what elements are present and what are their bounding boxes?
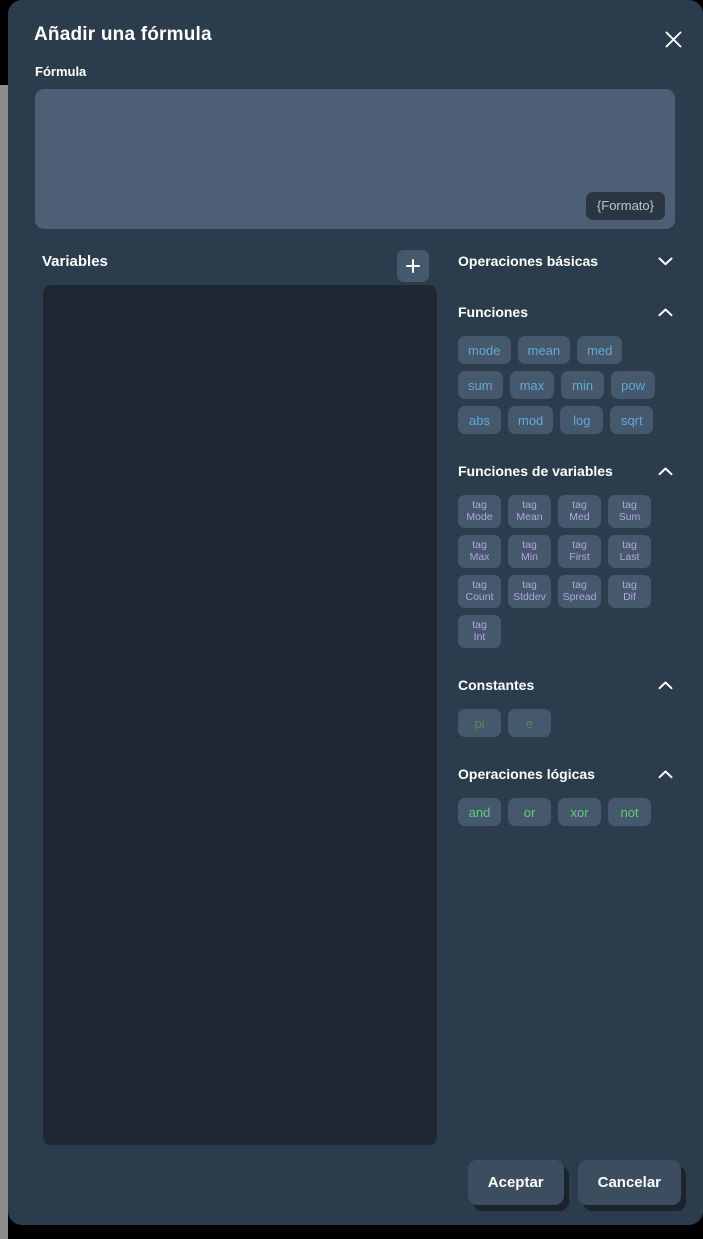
formula-tools-panel: Operaciones básicas Funciones mode mean … <box>449 246 681 826</box>
format-chip[interactable]: {Formato} <box>585 192 665 220</box>
variables-list[interactable] <box>43 285 437 1145</box>
tag-function-button-min[interactable]: tag Min <box>508 535 551 568</box>
chevron-up-icon <box>658 467 673 476</box>
section-title: Funciones de variables <box>458 463 613 479</box>
section-header-operaciones-basicas[interactable]: Operaciones básicas <box>449 246 681 276</box>
section-funciones-de-variables: Funciones de variables tag Mode tag Mean <box>449 456 681 648</box>
tag-name: Max <box>469 550 490 563</box>
dialog-title: Añadir una fórmula <box>34 24 212 45</box>
function-button-sqrt[interactable]: sqrt <box>610 406 654 434</box>
tag-prefix: tag <box>472 618 487 631</box>
dialog-header: Añadir una fórmula <box>8 0 703 62</box>
section-constantes: Constantes pi e <box>449 670 681 737</box>
tag-name: Count <box>465 590 494 603</box>
tag-prefix: tag <box>572 538 587 551</box>
tag-function-button-stddev[interactable]: tag Stddev <box>508 575 551 608</box>
tag-function-button-mode[interactable]: tag Mode <box>458 495 501 528</box>
formula-input[interactable]: {Formato} <box>35 89 675 229</box>
logic-button-not[interactable]: not <box>608 798 651 826</box>
tag-function-button-med[interactable]: tag Med <box>558 495 601 528</box>
section-title: Operaciones básicas <box>458 253 599 269</box>
tag-function-button-mean[interactable]: tag Mean <box>508 495 551 528</box>
tag-function-button-max[interactable]: tag Max <box>458 535 501 568</box>
tag-name: Mean <box>516 510 543 523</box>
tag-name: Stddev <box>513 590 546 603</box>
tag-function-button-sum[interactable]: tag Sum <box>608 495 651 528</box>
section-header-constantes[interactable]: Constantes <box>449 670 681 700</box>
function-button-min[interactable]: min <box>561 371 605 399</box>
page-background-top <box>0 0 8 85</box>
section-title: Constantes <box>458 677 535 693</box>
tag-name: Int <box>473 630 486 643</box>
tag-name: Med <box>569 510 590 523</box>
chevron-up-icon <box>658 308 673 317</box>
section-funciones: Funciones mode mean med sum max min pow … <box>449 297 681 434</box>
tag-name: Dif <box>623 590 636 603</box>
close-icon[interactable] <box>658 24 688 54</box>
tag-prefix: tag <box>572 498 587 511</box>
tag-function-button-last[interactable]: tag Last <box>608 535 651 568</box>
constant-button-e[interactable]: e <box>508 709 551 737</box>
section-operaciones-logicas: Operaciones lógicas and or xor not <box>449 759 681 826</box>
function-button-mod[interactable]: mod <box>508 406 554 434</box>
tag-name: Min <box>521 550 538 563</box>
tag-name: Spread <box>562 590 597 603</box>
tag-prefix: tag <box>472 498 487 511</box>
tag-name: Mode <box>466 510 493 523</box>
add-formula-dialog: Añadir una fórmula Fórmula {Formato} Var… <box>8 0 703 1225</box>
tag-prefix: tag <box>522 578 537 591</box>
tag-prefix: tag <box>572 578 587 591</box>
accept-button[interactable]: Aceptar <box>467 1160 564 1205</box>
section-operaciones-basicas: Operaciones básicas <box>449 246 681 276</box>
page-background-strip <box>0 85 8 1239</box>
logic-button-or[interactable]: or <box>508 798 551 826</box>
tag-function-button-first[interactable]: tag First <box>558 535 601 568</box>
function-button-med[interactable]: med <box>577 336 623 364</box>
tag-prefix: tag <box>622 578 637 591</box>
function-button-abs[interactable]: abs <box>458 406 501 434</box>
function-button-log[interactable]: log <box>560 406 604 434</box>
constant-button-pi[interactable]: pi <box>458 709 501 737</box>
variables-header: Variables <box>35 250 429 284</box>
function-button-sum[interactable]: sum <box>458 371 503 399</box>
add-variable-button[interactable] <box>397 250 429 282</box>
chevron-up-icon <box>658 770 673 779</box>
chevron-up-icon <box>658 681 673 690</box>
tag-prefix: tag <box>622 538 637 551</box>
variables-title: Variables <box>42 253 108 270</box>
tag-name: Sum <box>618 510 641 523</box>
logic-button-xor[interactable]: xor <box>558 798 601 826</box>
tag-function-button-dif[interactable]: tag Dif <box>608 575 651 608</box>
tag-prefix: tag <box>472 578 487 591</box>
tag-function-button-grid: tag Mode tag Mean tag Med tag Sum tag Ma… <box>449 486 681 648</box>
tag-function-button-int[interactable]: tag Int <box>458 615 501 648</box>
cancel-button[interactable]: Cancelar <box>577 1160 681 1205</box>
tag-name: First <box>569 550 590 563</box>
tag-function-button-spread[interactable]: tag Spread <box>558 575 601 608</box>
section-title: Funciones <box>458 304 529 320</box>
section-header-operaciones-logicas[interactable]: Operaciones lógicas <box>449 759 681 789</box>
constant-button-grid: pi e <box>449 700 681 737</box>
function-button-mean[interactable]: mean <box>517 336 571 364</box>
function-button-mode[interactable]: mode <box>458 336 511 364</box>
tag-prefix: tag <box>522 498 537 511</box>
tag-function-button-count[interactable]: tag Count <box>458 575 501 608</box>
function-button-grid: mode mean med sum max min pow abs mod lo… <box>449 327 681 434</box>
tag-name: Last <box>619 550 640 563</box>
tag-prefix: tag <box>522 538 537 551</box>
formula-label: Fórmula <box>35 64 87 79</box>
dialog-footer: Aceptar Cancelar <box>449 1160 681 1208</box>
function-button-pow[interactable]: pow <box>611 371 655 399</box>
tag-prefix: tag <box>472 538 487 551</box>
tag-prefix: tag <box>622 498 637 511</box>
logic-button-and[interactable]: and <box>458 798 501 826</box>
section-header-funciones[interactable]: Funciones <box>449 297 681 327</box>
function-button-max[interactable]: max <box>509 371 555 399</box>
chevron-down-icon <box>658 257 673 266</box>
section-header-funciones-de-variables[interactable]: Funciones de variables <box>449 456 681 486</box>
logic-button-grid: and or xor not <box>449 789 681 826</box>
section-title: Operaciones lógicas <box>458 766 595 782</box>
